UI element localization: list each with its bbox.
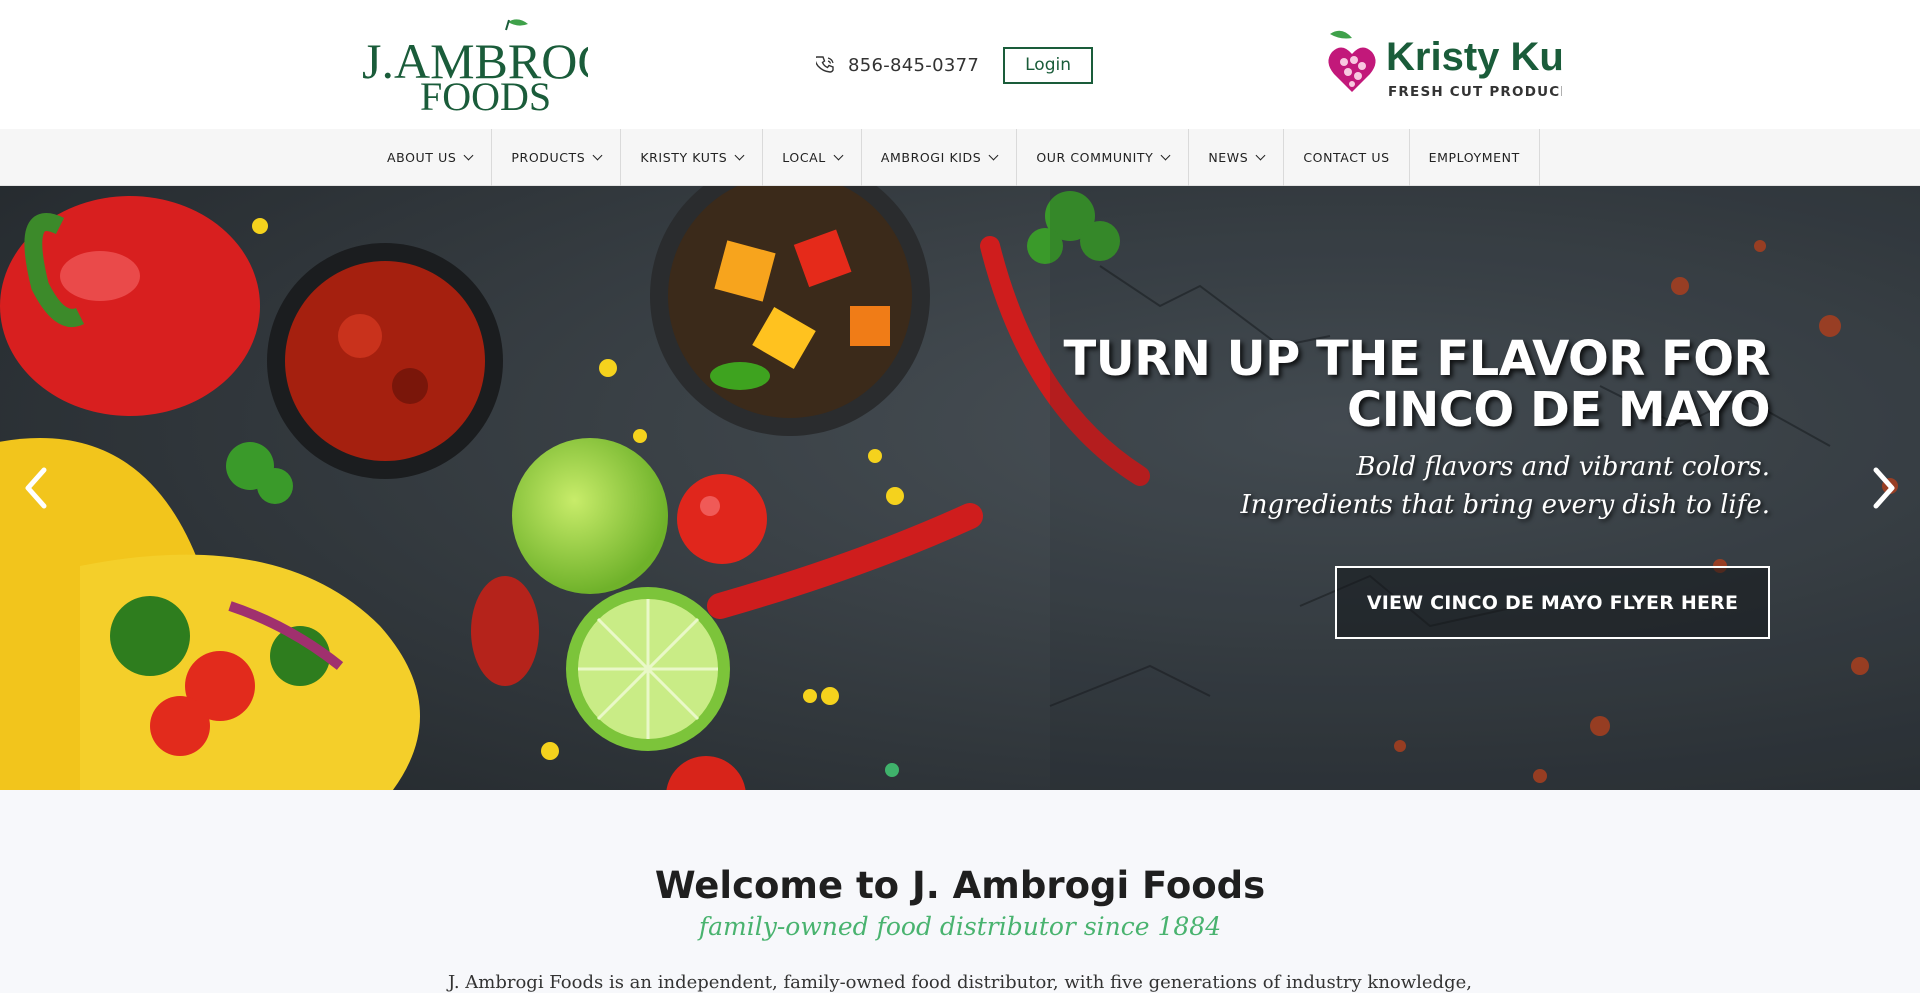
chevron-down-icon (592, 150, 603, 161)
site-header: J.AMBROGI FOODS 856-845-0377 Login Krist… (0, 0, 1920, 129)
chevron-left-icon[interactable] (22, 466, 50, 510)
nav-item-ambrogi-kids[interactable]: AMBROGI KIDS (862, 129, 1018, 186)
nav-item-label: ABOUT US (387, 150, 457, 165)
phone-icon (814, 55, 836, 75)
nav-item-employment[interactable]: EMPLOYMENT (1410, 129, 1540, 186)
nav-item-label: PRODUCTS (511, 150, 586, 165)
contact-area: 856-845-0377 Login (814, 46, 1093, 84)
chevron-right-icon[interactable] (1870, 466, 1898, 510)
nav-item-news[interactable]: NEWS (1189, 129, 1285, 186)
hero-slider: TURN UP THE FLAVOR FOR CINCO DE MAYO Bol… (0, 186, 1920, 790)
nav-item-products[interactable]: PRODUCTS (492, 129, 622, 186)
hero-subtitle-line1: Bold flavors and vibrant colors. (1356, 452, 1770, 482)
nav-item-label: NEWS (1208, 150, 1249, 165)
hero-title-line2: CINCO DE MAYO (1346, 382, 1771, 438)
login-button[interactable]: Login (1003, 46, 1093, 84)
hero-title: TURN UP THE FLAVOR FOR CINCO DE MAYO (1010, 331, 1771, 438)
nav-item-label: EMPLOYMENT (1428, 150, 1520, 165)
welcome-tagline: family-owned food distributor since 1884 (698, 912, 1222, 941)
nav-item-label: AMBROGI KIDS (880, 150, 982, 165)
nav-item-about-us[interactable]: ABOUT US (368, 129, 493, 186)
hero-subtitle-line2: Ingredients that bring every dish to lif… (1240, 490, 1771, 520)
welcome-title: Welcome to J. Ambrogi Foods (654, 864, 1266, 907)
main-navigation: ABOUT US PRODUCTS KRISTY KUTS LOCAL AMBR… (0, 129, 1920, 186)
chevron-down-icon (1255, 150, 1266, 161)
partner-logo-name: Kristy Kuts (1386, 35, 1562, 79)
kristy-kuts-logo[interactable]: Kristy Kuts FRESH CUT PRODUCE (1322, 26, 1599, 106)
welcome-section: Welcome to J. Ambrogi Foods family-owned… (0, 790, 1920, 993)
j-ambrogi-foods-logo[interactable]: J.AMBROGI FOODS (358, 18, 630, 119)
welcome-body-text: J. Ambrogi Foods is an independent, fami… (448, 972, 1472, 993)
nav-item-label: LOCAL (782, 150, 826, 165)
nav-item-local[interactable]: LOCAL (763, 129, 862, 186)
nav-item-label: KRISTY KUTS (640, 150, 728, 165)
slider-dot-active[interactable] (885, 763, 899, 777)
logo-text-line2: FOODS (420, 74, 551, 114)
nav-item-kristy-kuts[interactable]: KRISTY KUTS (621, 129, 764, 186)
partner-logo-tagline: FRESH CUT PRODUCE (1388, 84, 1562, 100)
nav-list: ABOUT US PRODUCTS KRISTY KUTS LOCAL AMBR… (368, 129, 1540, 186)
chevron-down-icon (1160, 150, 1171, 161)
hero-subtitle: Bold flavors and vibrant colors. Ingredi… (1010, 448, 1771, 524)
hero-title-line1: TURN UP THE FLAVOR FOR (1063, 331, 1771, 387)
nav-item-label: OUR COMMUNITY (1036, 150, 1154, 165)
nav-item-contact-us[interactable]: CONTACT US (1284, 129, 1410, 186)
chevron-down-icon (734, 150, 745, 161)
nav-item-label: CONTACT US (1303, 150, 1390, 165)
phone-number[interactable]: 856-845-0377 (848, 55, 979, 76)
chevron-down-icon (988, 150, 999, 161)
view-flyer-button[interactable]: VIEW CINCO DE MAYO FLYER HERE (1335, 566, 1770, 639)
chevron-down-icon (463, 150, 474, 161)
nav-item-our-community[interactable]: OUR COMMUNITY (1017, 129, 1190, 186)
chevron-down-icon (833, 150, 844, 161)
